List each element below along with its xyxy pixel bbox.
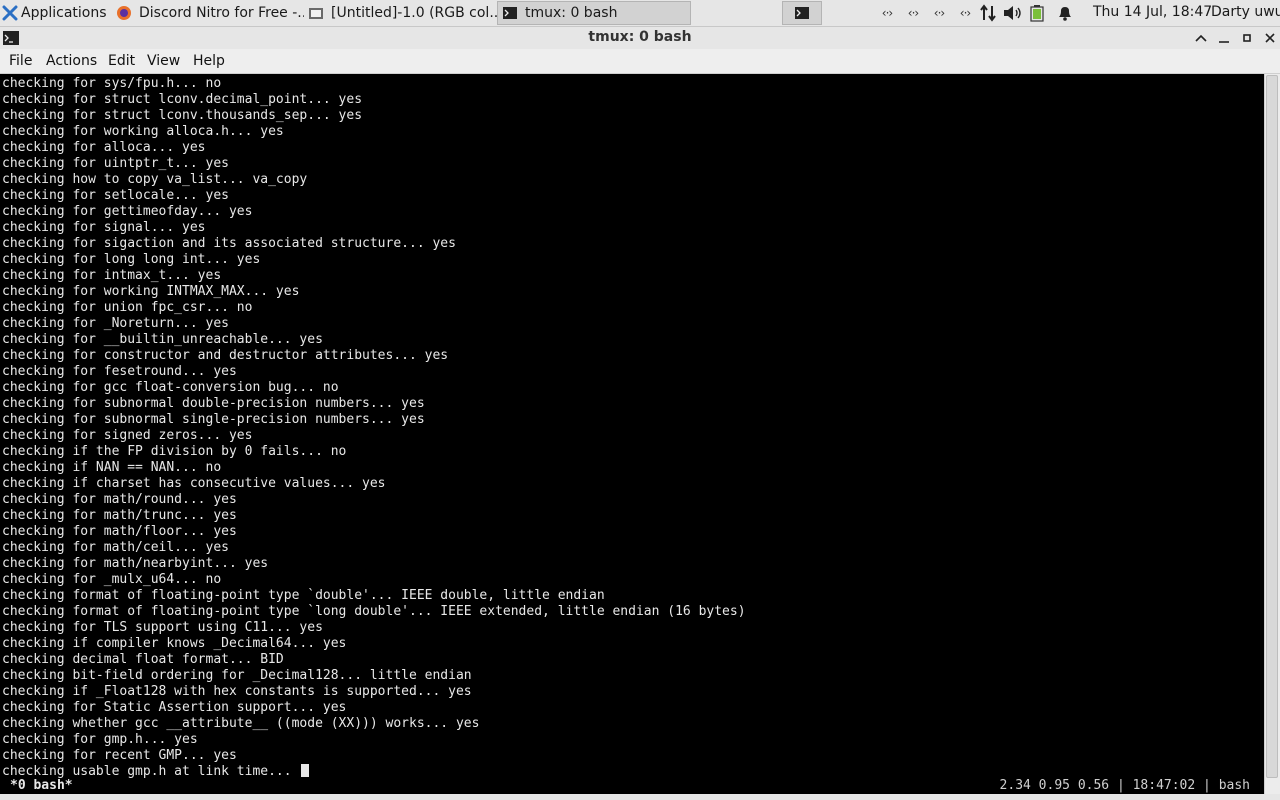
- terminal-line: checking format of floating-point type `…: [2, 604, 746, 619]
- terminal-line: checking for constructor and destructor …: [2, 348, 449, 363]
- terminal-line: checking for Static Assertion support...…: [2, 700, 347, 715]
- terminal-line: checking for _mulx_u64... no: [2, 572, 222, 587]
- terminal-line: checking for sigaction and its associate…: [2, 236, 456, 251]
- terminal-line: checking for recent GMP... yes: [2, 748, 237, 763]
- terminal-line: checking for gettimeofday... yes: [2, 204, 253, 219]
- taskbar-item-label: [Untitled]-1.0 (RGB col...: [331, 5, 497, 21]
- terminal-line: checking for working alloca.h... yes: [2, 124, 284, 139]
- terminal-icon: [795, 7, 809, 19]
- terminal-line: checking for math/trunc... yes: [2, 508, 237, 523]
- terminal-line: checking for signal... yes: [2, 220, 206, 235]
- chevron-up-icon[interactable]: [1193, 30, 1209, 46]
- user-menu[interactable]: Darty uwu: [1211, 4, 1280, 20]
- taskbar-item-discord[interactable]: Discord Nitro for Free -...: [112, 1, 304, 25]
- close-button[interactable]: [1262, 30, 1278, 46]
- menu-edit[interactable]: Edit: [108, 53, 135, 69]
- window-titlebar[interactable]: tmux: 0 bash: [0, 27, 1280, 49]
- terminal-line: checking for subnormal single-precision …: [2, 412, 425, 427]
- terminal-output[interactable]: checking for sys/fpu.h... no checking for…: [0, 74, 1264, 778]
- terminal-line: checking for math/round... yes: [2, 492, 237, 507]
- terminal-line: checking decimal float format... BID: [2, 652, 284, 667]
- scrollbar-thumb[interactable]: [1266, 75, 1278, 778]
- tmux-status-bar: *0 bash* 2.34 0.95 0.56 | 18:47:02 | bas…: [0, 778, 1264, 794]
- network-icon[interactable]: ‹·›: [900, 6, 926, 20]
- terminal-line: checking whether gcc __attribute__ ((mod…: [2, 716, 480, 731]
- terminal-line: checking for long long int... yes: [2, 252, 261, 267]
- terminal-line: checking for union fpc_csr... no: [2, 300, 253, 315]
- xfce-logo-icon: [2, 5, 18, 21]
- terminal-line: checking for gmp.h... yes: [2, 732, 198, 747]
- window-bottom-border: [0, 794, 1280, 800]
- network-icon[interactable]: ‹·›: [874, 6, 900, 20]
- firefox-icon: [117, 6, 131, 20]
- maximize-button[interactable]: [1239, 30, 1255, 46]
- terminal-line: checking for math/floor... yes: [2, 524, 237, 539]
- terminal-line: checking for signed zeros... yes: [2, 428, 253, 443]
- terminal-line: checking format of floating-point type `…: [2, 588, 605, 603]
- terminal-line: checking bit-field ordering for _Decimal…: [2, 668, 472, 683]
- menu-actions[interactable]: Actions: [46, 53, 97, 69]
- terminal-line: checking for setlocale... yes: [2, 188, 229, 203]
- terminal-line: checking for math/nearbyint... yes: [2, 556, 269, 571]
- terminal-line: checking for intmax_t... yes: [2, 268, 222, 283]
- terminal-line: checking if the FP division by 0 fails..…: [2, 444, 347, 459]
- terminal-line: checking for struct lconv.decimal_point.…: [2, 92, 363, 107]
- terminal-line: checking for math/ceil... yes: [2, 540, 229, 555]
- taskbar-item-gimp[interactable]: [Untitled]-1.0 (RGB col...: [304, 1, 497, 25]
- taskbar-item-label: Discord Nitro for Free -...: [139, 5, 304, 21]
- terminal-line: checking for working INTMAX_MAX... yes: [2, 284, 300, 299]
- taskbar-item-tmux[interactable]: tmux: 0 bash: [497, 1, 691, 25]
- terminal-line: checking for alloca... yes: [2, 140, 206, 155]
- network-icon[interactable]: ‹·›: [926, 6, 952, 20]
- tmux-status-right: 2.34 0.95 0.56 | 18:47:02 | bash: [999, 778, 1250, 793]
- clock[interactable]: Thu 14 Jul, 18:47: [1093, 4, 1212, 20]
- minimize-button[interactable]: [1216, 30, 1232, 46]
- terminal-line: checking usable gmp.h at link time...: [2, 764, 746, 778]
- menu-file[interactable]: File: [9, 53, 32, 69]
- terminal-line: checking for gcc float-conversion bug...…: [2, 380, 339, 395]
- notification-bell-icon[interactable]: [1054, 4, 1076, 22]
- terminal-line: checking for uintptr_t... yes: [2, 156, 229, 171]
- terminal-line: checking if NAN == NAN... no: [2, 460, 222, 475]
- terminal-line: checking if compiler knows _Decimal64...…: [2, 636, 347, 651]
- terminal-line: checking if _Float128 with hex constants…: [2, 684, 472, 699]
- menu-help[interactable]: Help: [193, 53, 225, 69]
- terminal-icon: [503, 7, 517, 19]
- taskbar-item-label: tmux: 0 bash: [525, 5, 618, 21]
- volume-icon[interactable]: [1002, 4, 1024, 22]
- terminal-line: checking for __builtin_unreachable... ye…: [2, 332, 323, 347]
- network-transfer-icon[interactable]: [978, 4, 998, 22]
- top-panel: Applications Discord Nitro for Free -...…: [0, 0, 1280, 27]
- terminal-line: checking for struct lconv.thousands_sep.…: [2, 108, 363, 123]
- applications-label: Applications: [21, 5, 107, 21]
- terminal-line: checking for _Noreturn... yes: [2, 316, 229, 331]
- terminal-line: checking for fesetround... yes: [2, 364, 237, 379]
- tmux-window-list[interactable]: *0 bash*: [10, 778, 73, 794]
- terminal-cursor: [301, 764, 310, 777]
- workspace-switcher-button[interactable]: [782, 1, 822, 25]
- menu-view[interactable]: View: [147, 53, 180, 69]
- terminal-line: checking for subnormal double-precision …: [2, 396, 425, 411]
- network-icon[interactable]: ‹·›: [952, 6, 978, 20]
- applications-menu-button[interactable]: Applications: [0, 0, 107, 26]
- terminal-lines: checking for sys/fpu.h... no checking for…: [2, 76, 746, 778]
- battery-icon[interactable]: [1028, 4, 1050, 22]
- window-title: tmux: 0 bash: [588, 29, 692, 45]
- gimp-icon: [309, 8, 323, 19]
- terminal-line: checking if charset has consecutive valu…: [2, 476, 386, 491]
- terminal-line: checking for sys/fpu.h... no: [2, 76, 222, 91]
- terminal-line: checking how to copy va_list... va_copy: [2, 172, 308, 187]
- terminal-line: checking for TLS support using C11... ye…: [2, 620, 323, 635]
- menubar: File Actions Edit View Help: [0, 49, 1280, 74]
